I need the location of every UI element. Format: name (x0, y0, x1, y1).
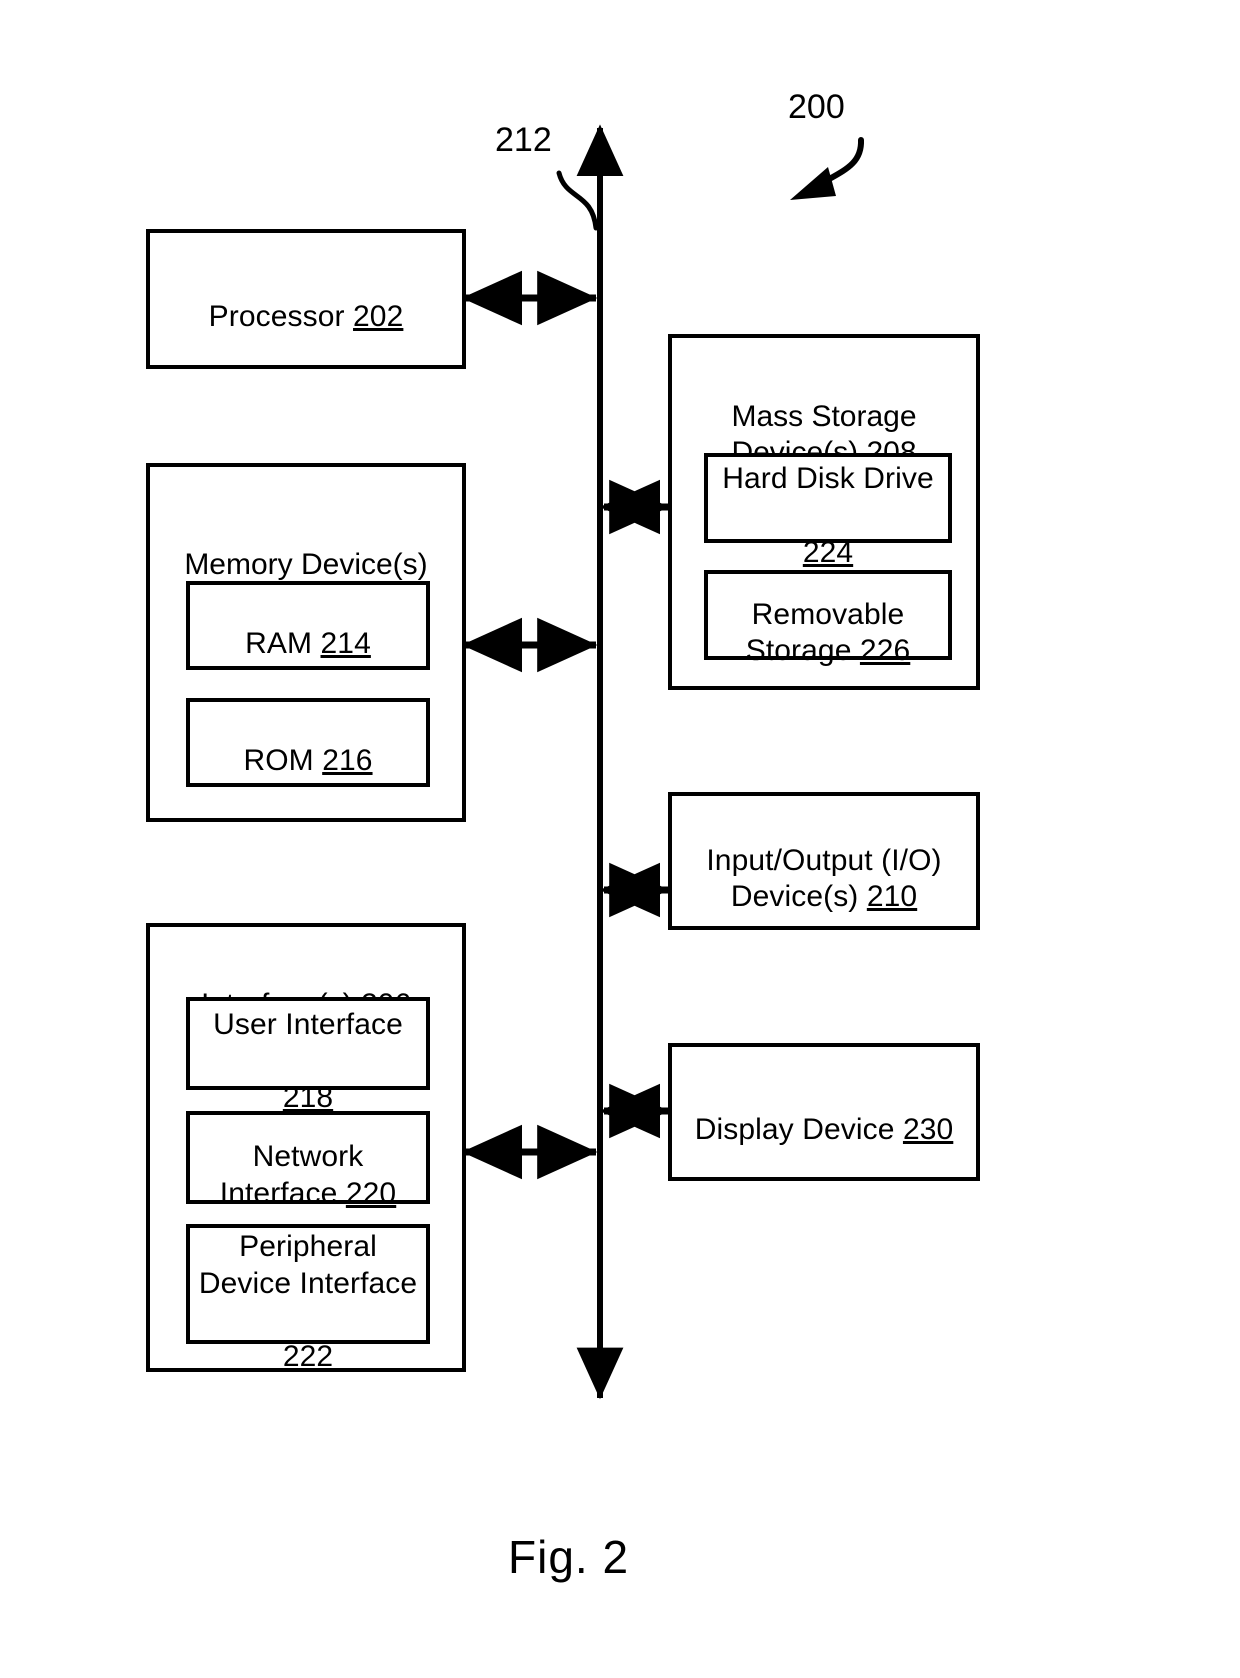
block-processor-number: 202 (353, 300, 404, 333)
block-mass-storage[interactable]: Mass Storage Device(s) 208 Hard Disk Dri… (668, 334, 980, 690)
block-removable-storage-number: 226 (859, 634, 911, 668)
block-memory-devices[interactable]: Memory Device(s) 204 RAM 214 ROM 216 (146, 463, 466, 822)
block-ram-label: RAM 214 (245, 589, 371, 662)
block-rom[interactable]: ROM 216 (186, 698, 430, 787)
block-removable-storage[interactable]: Removable Storage 226 (704, 570, 952, 667)
block-rom-title: ROM (243, 743, 323, 777)
block-io-devices[interactable]: Input/Output (I/O) Device(s) 210 (668, 792, 980, 930)
block-peripheral-device-interface-title: Peripheral Device Interface (198, 1230, 418, 1300)
block-ram-title: RAM (245, 626, 321, 660)
block-ram[interactable]: RAM 214 (186, 581, 430, 670)
block-rom-number: 216 (322, 743, 373, 777)
block-display-device-title: Display Device (694, 1113, 903, 1146)
block-user-interface-title: User Interface (213, 1007, 403, 1041)
block-peripheral-device-interface-number: 222 (282, 1339, 334, 1373)
block-interfaces[interactable]: Interface(s) 206 User Interface 218 Netw… (146, 923, 466, 1373)
block-hard-disk-drive-title: Hard Disk Drive (722, 462, 934, 496)
block-display-device-label: Display Device 230 (695, 1075, 954, 1148)
block-display-device[interactable]: Display Device 230 (668, 1043, 980, 1181)
block-io-devices-label: Input/Output (I/O) Device(s) 210 (706, 806, 941, 916)
figure-caption: Fig. 2 (508, 1531, 630, 1583)
block-removable-storage-label: Removable Storage 226 (746, 560, 911, 670)
block-processor-title: Processor (208, 300, 354, 333)
block-hard-disk-drive-label: Hard Disk Drive 224 (722, 425, 934, 571)
bus-reference-numeral: 212 (495, 121, 552, 159)
block-hard-disk-drive[interactable]: Hard Disk Drive 224 (704, 453, 952, 569)
block-io-devices-number: 210 (866, 880, 918, 914)
block-user-interface-label: User Interface 218 (213, 970, 403, 1116)
block-processor-label: Processor 202 (209, 262, 404, 335)
block-rom-label: ROM 216 (243, 706, 372, 779)
block-network-interface[interactable]: Network Interface 220 (186, 1111, 430, 1210)
system-ref-leader-arrow (790, 137, 865, 200)
block-memory-devices-title: Memory Device(s) (184, 548, 428, 581)
figure-canvas: 212 200 Processor 202 Memory Device(s) 2… (0, 0, 1240, 1678)
block-processor[interactable]: Processor 202 (146, 229, 466, 369)
system-reference-numeral: 200 (788, 88, 845, 126)
block-user-interface[interactable]: User Interface 218 (186, 997, 430, 1114)
block-display-device-number: 230 (902, 1113, 954, 1146)
block-peripheral-device-interface[interactable]: Peripheral Device Interface 222 (186, 1224, 430, 1373)
block-peripheral-device-interface-label: Peripheral Device Interface 222 (199, 1193, 417, 1376)
block-ram-number: 214 (320, 626, 371, 660)
bus-ref-leader (556, 170, 599, 231)
